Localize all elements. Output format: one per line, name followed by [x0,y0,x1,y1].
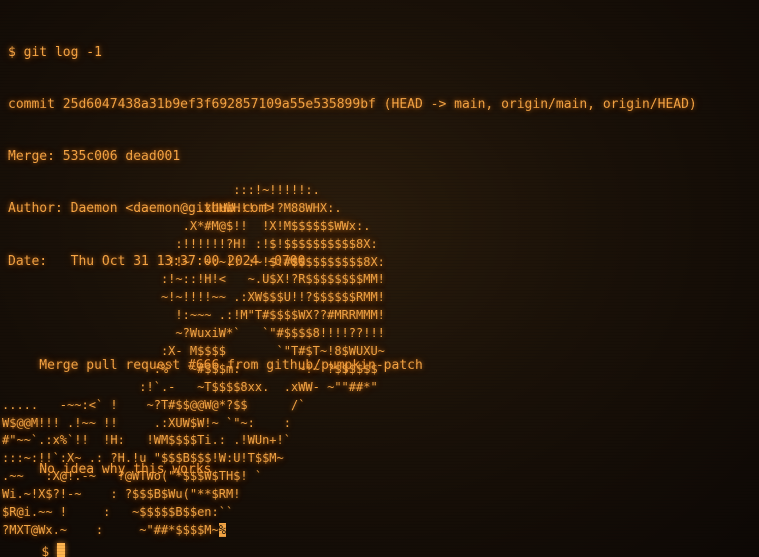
ascii-art-line: W$@@M!!! .!~~ !! .:XUW$W!~ `"~: : [2,415,291,430]
prompt-symbol: $ [41,545,50,557]
ascii-art-line: :::~:!!`:X~ .: ?H.!u "$$$B$$$!W:U!T$$M~ [2,451,284,466]
ascii-art-line: :%` ~#$$$m: ~!~ ?$$$$$$ [2,361,378,376]
ascii-art-line: .~~ :X@!.-~ ?@WTWo("*$$$W$TH$! ` [2,469,263,484]
command-line: $ git log -1 [8,44,102,60]
ascii-art-line: :!`.- ~T$$$$8xx. .xWW- ~""##*" [2,379,378,394]
ascii-art-line: Wi.~!X$?!-~ : ?$$$B$Wu("**$RM! [2,487,241,502]
cursor-block-icon [57,543,66,557]
ascii-art-line: #"~~`.:x%`!! !H: !WM$$$$Ti.: .!WUn+!` [2,433,291,448]
ascii-skull-art: :::!~!!!!!:. .xUHWH!! !!?M88WHX:. .X*#M@… [2,182,385,540]
ascii-art-line: $R@i.~~ ! : ~$$$$$B$$en:`` [2,505,234,520]
ascii-art-line: :!!!!!!?H! :!$!$$$$$$$$$$8X: [2,236,378,251]
terminal-screen[interactable]: $ git log -1 commit 25d6047438a31b9ef3f6… [0,0,759,557]
ascii-art-line: !!~ ~:~!! :~!$!#$$$$$$$$$$8X: [2,254,385,269]
ascii-art-line: ~?WuxiW*` `"#$$$$8!!!!??!!! [2,326,385,341]
shell-prompt[interactable]: $ [10,526,66,557]
ascii-art-line: :::!~!!!!!:. [2,183,320,197]
merge-line: Merge: 535c006 dead001 [8,149,181,165]
ascii-art-line: :X- M$$$$ `"T#$T~!8$WUXU~ [2,344,385,359]
ascii-art-line: .xUHWH!! !!?M88WHX:. [2,200,342,215]
ascii-art-line: .X*#M@$!! !X!M$$$$$$WWx:. [2,218,371,233]
ascii-art-line: :!~::!H!< ~.U$X!?R$$$$$$$$MM! [2,272,385,287]
ascii-art-tail-char: % [218,522,226,537]
ascii-art-line: ..... -~~:<` ! ~?T#$$@@W@*?$$ /` [2,397,306,412]
commit-line: commit 25d6047438a31b9ef3f692857109a55e5… [8,97,697,113]
ascii-art-line: !:~~~ .:!M"T#$$$$WX??#MRRMMM! [2,308,385,323]
ascii-art-line: ~!~!!!!~~ .:XW$$$U!!?$$$$$$RMM! [2,290,385,305]
